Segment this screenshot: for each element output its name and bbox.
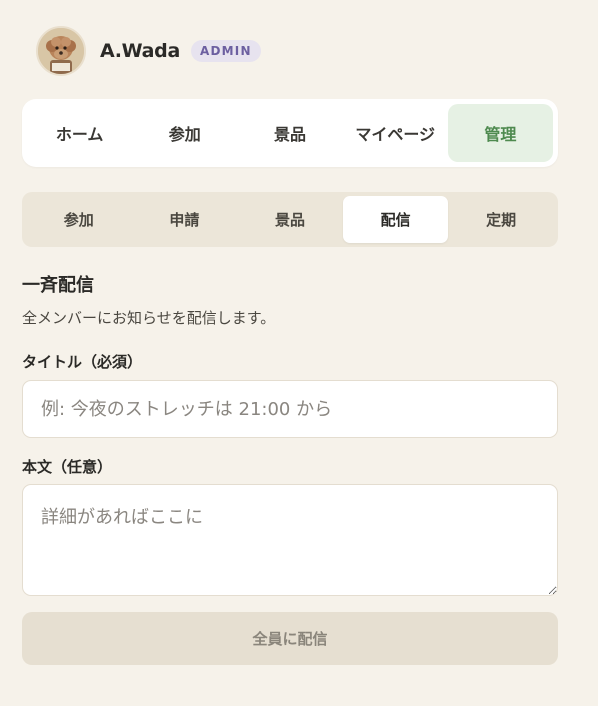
sub-tab-prizes[interactable]: 景品 (237, 196, 343, 243)
username: A.Wada (100, 40, 180, 62)
title-field-label: タイトル（必須） (22, 353, 143, 371)
body-field-label: 本文（任意） (22, 458, 113, 476)
title-input[interactable] (22, 380, 558, 438)
admin-sub-nav: 参加 申請 景品 配信 定期 (22, 192, 558, 247)
main-nav: ホーム 参加 景品 マイページ 管理 (22, 99, 558, 167)
main-tab-admin[interactable]: 管理 (447, 104, 554, 162)
section-description: 全メンバーにお知らせを配信します。 (22, 309, 276, 327)
main-tab-home[interactable]: ホーム (27, 104, 132, 162)
sub-tab-join[interactable]: 参加 (26, 196, 132, 243)
sub-tab-broadcast[interactable]: 配信 (342, 196, 449, 243)
main-tab-mypage[interactable]: マイページ (343, 104, 448, 162)
main-tab-join[interactable]: 参加 (132, 104, 237, 162)
broadcast-all-button[interactable]: 全員に配信 (22, 612, 558, 665)
sub-tab-recurring[interactable]: 定期 (448, 196, 554, 243)
body-textarea[interactable] (22, 484, 558, 596)
avatar[interactable] (36, 26, 86, 76)
main-tab-prizes[interactable]: 景品 (237, 104, 342, 162)
section-title: 一斉配信 (22, 275, 94, 296)
user-header: A.Wada ADMIN (36, 26, 261, 76)
admin-badge: ADMIN (191, 40, 261, 62)
sub-tab-requests[interactable]: 申請 (132, 196, 238, 243)
dog-photo-icon (38, 28, 84, 74)
